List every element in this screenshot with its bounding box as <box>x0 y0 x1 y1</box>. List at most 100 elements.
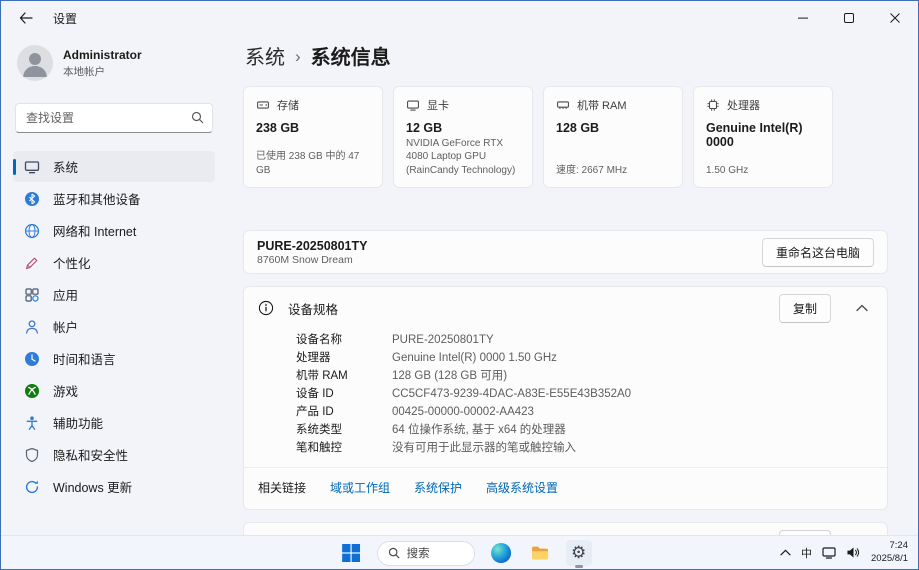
link-system-protection[interactable]: 系统保护 <box>414 479 462 496</box>
chevron-up-icon <box>780 549 791 556</box>
clock[interactable]: 7:24 2025/8/1 <box>871 540 908 566</box>
device-name-panel: PURE-20250801TY 8760M Snow Dream 重命名这台电脑 <box>243 230 888 274</box>
tray-date: 2025/8/1 <box>871 552 908 564</box>
spec-label: 设备名称 <box>296 334 342 346</box>
card-gpu[interactable]: 显卡 12 GB NVIDIA GeForce RTX 4080 Laptop … <box>393 86 533 188</box>
info-icon <box>258 300 274 316</box>
sidebar-item-apps[interactable]: 应用 <box>13 279 215 310</box>
sidebar-item-label: 帐户 <box>53 321 79 335</box>
windows-specs-header[interactable]: Windows 规格 复制 <box>244 523 887 535</box>
shield-icon <box>23 446 40 463</box>
start-button[interactable] <box>338 540 364 566</box>
settings-window: 设置 Administrator 本地帐户 查找设置 系统 蓝牙和其他设备 网络… <box>0 0 919 570</box>
update-arrows-icon <box>23 478 40 495</box>
globe-icon <box>23 222 40 239</box>
tray-time: 7:24 <box>889 539 909 551</box>
system-icon <box>23 158 40 175</box>
taskbar-search-label: 搜索 <box>406 548 430 560</box>
spec-row-product-id: 产品 ID 00425-00000-00002-AA423 <box>296 403 873 421</box>
sidebar-item-windows-update[interactable]: Windows 更新 <box>13 471 215 502</box>
brush-icon <box>23 254 40 271</box>
collapse-device-specs-button[interactable] <box>851 297 873 319</box>
spec-row-device-id: 设备 ID CC5CF473-9239-4DAC-A83E-E55E43B352… <box>296 385 873 403</box>
link-domain-workgroup[interactable]: 域或工作组 <box>330 479 390 496</box>
card-title: 机带 RAM <box>577 100 627 112</box>
network-button[interactable] <box>822 546 836 559</box>
file-explorer-button[interactable] <box>527 540 553 566</box>
search-input[interactable] <box>15 103 213 133</box>
card-detail: 速度: 2667 MHz <box>556 164 628 176</box>
edge-icon <box>490 543 511 563</box>
sidebar-item-label: 系统 <box>53 161 79 175</box>
apps-grid-icon <box>23 286 40 303</box>
account-type: 本地帐户 <box>63 65 105 78</box>
volume-button[interactable] <box>846 546 861 559</box>
sidebar-item-label: 辅助功能 <box>53 417 104 431</box>
sidebar-item-label: 时间和语言 <box>53 353 116 367</box>
spec-label: 系统类型 <box>296 424 342 436</box>
search-icon <box>191 111 204 124</box>
sidebar-item-privacy-security[interactable]: 隐私和安全性 <box>13 439 215 470</box>
settings-search <box>15 103 213 133</box>
edge-browser-button[interactable] <box>488 540 514 566</box>
device-specs-header[interactable]: 设备规格 复制 <box>244 287 887 329</box>
card-detail: NVIDIA GeForce RTX 4080 Laptop GPU (Rain… <box>406 137 516 176</box>
card-processor[interactable]: 处理器 Genuine Intel(R) 0000 1.50 GHz <box>693 86 833 188</box>
related-links-label: 相关链接 <box>258 481 307 495</box>
sidebar-item-personalization[interactable]: 个性化 <box>13 247 215 278</box>
breadcrumb: 系统 › 系统信息 <box>245 41 888 70</box>
sidebar-item-system[interactable]: 系统 <box>13 151 215 182</box>
close-button[interactable] <box>872 1 918 35</box>
copy-device-specs-button[interactable]: 复制 <box>778 293 831 323</box>
spec-label: 设备 ID <box>296 388 334 400</box>
window-controls <box>780 1 918 35</box>
device-name: PURE-20250801TY <box>257 238 368 253</box>
card-storage[interactable]: 存储 238 GB 已使用 238 GB 中的 47 GB <box>243 86 383 188</box>
breadcrumb-separator: › <box>295 46 301 66</box>
link-advanced-system-settings[interactable]: 高级系统设置 <box>486 479 558 496</box>
settings-gear-icon: ⚙ <box>570 542 587 563</box>
sidebar-item-time-language[interactable]: 时间和语言 <box>13 343 215 374</box>
xbox-icon <box>23 382 40 399</box>
account-header[interactable]: Administrator 本地帐户 <box>13 37 215 97</box>
back-button[interactable] <box>11 5 41 31</box>
folder-icon <box>531 546 548 560</box>
bluetooth-icon <box>23 190 40 207</box>
gpu-icon <box>407 100 419 111</box>
spec-row-pen-touch: 笔和触控 没有可用于此显示器的笔或触控输入 <box>296 439 873 457</box>
sidebar-item-gaming[interactable]: 游戏 <box>13 375 215 406</box>
breadcrumb-system[interactable]: 系统 <box>245 41 285 70</box>
sidebar-item-label: 隐私和安全性 <box>53 449 129 463</box>
spec-row-ram: 机带 RAM 128 GB (128 GB 可用) <box>296 367 873 385</box>
close-icon <box>890 13 900 23</box>
card-value: 238 GB <box>256 121 300 135</box>
chevron-up-icon <box>856 304 868 312</box>
card-value: 128 GB <box>556 121 600 135</box>
window-title: 设置 <box>53 11 78 26</box>
sidebar-item-label: 应用 <box>53 289 79 303</box>
device-specs-section: 设备规格 复制 设备名称 PURE-20250801TY 处理器 Genuine… <box>243 286 888 510</box>
rename-pc-button[interactable]: 重命名这台电脑 <box>761 237 874 267</box>
ime-indicator[interactable]: 中 <box>801 545 812 561</box>
spec-value: CC5CF473-9239-4DAC-A83E-E55E43B352A0 <box>392 388 632 400</box>
main-content: 系统 › 系统信息 存储 238 GB 已使用 238 GB 中的 47 GB <box>227 35 918 535</box>
sidebar-item-accessibility[interactable]: 辅助功能 <box>13 407 215 438</box>
search-icon <box>388 547 400 559</box>
sidebar-item-network-internet[interactable]: 网络和 Internet <box>13 215 215 246</box>
card-value: Genuine Intel(R) 0000 <box>706 121 803 149</box>
sidebar-item-bluetooth-devices[interactable]: 蓝牙和其他设备 <box>13 183 215 214</box>
spec-value: 128 GB (128 GB 可用) <box>392 370 508 382</box>
tray-chevron-up-button[interactable] <box>780 549 791 556</box>
taskbar-search[interactable]: 搜索 <box>376 540 475 566</box>
card-ram[interactable]: 机带 RAM 128 GB 速度: 2667 MHz <box>543 86 683 188</box>
storage-icon <box>257 101 269 109</box>
sidebar: Administrator 本地帐户 系统 蓝牙和其他设备 <box>1 35 227 535</box>
minimize-button[interactable] <box>780 1 826 35</box>
sidebar-nav: 系统 蓝牙和其他设备 网络和 Internet 个性化 应用 帐户 时间和语言 … <box>13 151 215 502</box>
taskbar: 搜索 ⚙ 中 7:24 2025/8/1 <box>1 535 918 569</box>
spec-value: PURE-20250801TY <box>392 334 494 346</box>
spec-label: 处理器 <box>296 352 331 364</box>
maximize-button[interactable] <box>826 1 872 35</box>
settings-app-button[interactable]: ⚙ <box>565 540 592 568</box>
sidebar-item-accounts[interactable]: 帐户 <box>13 311 215 342</box>
